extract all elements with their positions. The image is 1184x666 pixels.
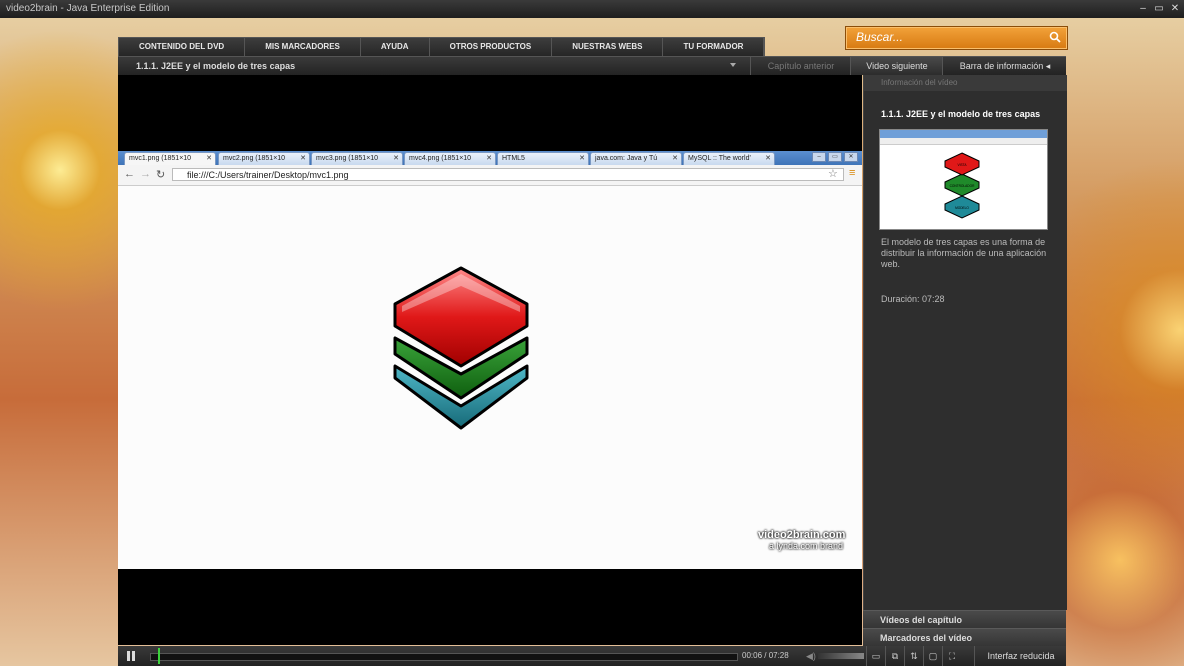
minimize-button[interactable]: – xyxy=(1138,0,1148,18)
video-thumbnail[interactable]: VISTA CONTROLADOR MODELO xyxy=(879,129,1048,230)
video-content-browser: mvc1.png (1851×10 ✕ mvc2.png (1851×10 ✕ mv… xyxy=(118,151,862,569)
thumbnail-tabstrip xyxy=(880,130,1047,138)
tab-label: HTML5 xyxy=(502,155,525,162)
url-text: file:///C:/Users/trainer/Desktop/mvc1.pn… xyxy=(187,170,349,180)
watermark-subbrand: a lynda.com brand xyxy=(769,541,844,551)
browser-minimize-icon: – xyxy=(812,152,826,162)
close-icon: ✕ xyxy=(765,155,771,162)
thumbnail-diagram: VISTA CONTROLADOR MODELO xyxy=(944,152,980,219)
tab-label: mvc3.png (1851×10 xyxy=(316,155,379,162)
volume-slider[interactable] xyxy=(818,653,864,659)
nav-mis-marcadores[interactable]: MIS MARCADORES xyxy=(245,38,361,56)
browser-tab: mvc3.png (1851×10 ✕ xyxy=(311,152,403,165)
top-navigation: CONTENIDO DEL DVD MIS MARCADORES AYUDA O… xyxy=(118,37,766,56)
nav-nuestras-webs[interactable]: NUESTRAS WEBS xyxy=(552,38,664,56)
browser-tab: mvc4.png (1851×10 ✕ xyxy=(404,152,496,165)
browser-tabstrip: mvc1.png (1851×10 ✕ mvc2.png (1851×10 ✕ mv… xyxy=(118,151,862,165)
video-player[interactable]: mvc1.png (1851×10 ✕ mvc2.png (1851×10 ✕ mv… xyxy=(118,75,862,645)
close-icon: ✕ xyxy=(672,155,678,162)
chapter-videos-section[interactable]: Vídeos del capítulo xyxy=(863,610,1066,628)
close-icon: ✕ xyxy=(486,155,492,162)
chevron-down-icon[interactable] xyxy=(730,63,736,67)
thumb-label-controller: CONTROLADOR xyxy=(950,184,975,188)
reload-icon: ↻ xyxy=(156,169,166,181)
info-panel: Información del vídeo 1.1.1. J2EE y el m… xyxy=(863,75,1067,610)
forward-arrow-icon: → xyxy=(140,168,151,180)
info-bar-button[interactable]: Barra de información ◂ xyxy=(942,57,1067,75)
browser-tab: mvc2.png (1851×10 ✕ xyxy=(218,152,310,165)
thumb-label-view: VISTA xyxy=(958,163,968,167)
watermark-brand: video2brain.com xyxy=(758,529,846,541)
previous-chapter-button[interactable]: Capítulo anterior xyxy=(750,57,851,75)
volume-icon[interactable]: ◀) xyxy=(806,651,816,662)
folder-icon[interactable]: ▢ xyxy=(923,646,942,666)
close-icon: ✕ xyxy=(300,155,306,162)
mvc-layers-diagram xyxy=(393,266,529,430)
browser-tab: mvc1.png (1851×10 ✕ xyxy=(124,152,216,165)
reduced-interface-button[interactable]: Interfaz reducida xyxy=(974,646,1067,666)
close-button[interactable]: ✕ xyxy=(1170,0,1180,18)
back-arrow-icon: ← xyxy=(124,168,135,180)
bookmark-star-icon: ☆ xyxy=(828,168,838,180)
tab-label: mvc2.png (1851×10 xyxy=(223,155,286,162)
subtitles-icon[interactable]: ▭ xyxy=(866,646,885,666)
chapter-title: 1.1.1. J2EE y el modelo de tres capas xyxy=(136,61,296,71)
browser-address-bar: ← → ↻ file:///C:/Users/trainer/Desktop/m… xyxy=(118,165,862,186)
browser-menu-icon: ≡ xyxy=(849,167,856,179)
playhead[interactable] xyxy=(158,648,160,664)
pause-button[interactable] xyxy=(126,651,136,661)
window-title: video2brain - Java Enterprise Edition xyxy=(6,3,170,14)
time-readout: 00:06 / 07:28 xyxy=(742,651,789,660)
thumbnail-address-bar xyxy=(880,138,1047,145)
nav-ayuda[interactable]: AYUDA xyxy=(360,38,430,56)
search-icon[interactable] xyxy=(1049,31,1061,43)
sort-icon[interactable]: ⇅ xyxy=(904,646,923,666)
video-bookmarks-section[interactable]: Marcadores del vídeo xyxy=(863,628,1066,646)
tab-label: mvc4.png (1851×10 xyxy=(409,155,472,162)
tab-label: java.com: Java y Tú xyxy=(595,155,658,162)
tab-label: MySQL :: The world' xyxy=(688,155,751,162)
nav-contenido-dvd[interactable]: CONTENIDO DEL DVD xyxy=(119,38,246,56)
search-input[interactable]: Buscar... xyxy=(845,26,1068,50)
browser-tab: HTML5 ✕ xyxy=(497,152,589,165)
next-video-button[interactable]: Video siguiente xyxy=(850,57,943,75)
chevron-left-icon: ◂ xyxy=(1045,61,1051,71)
close-icon: ✕ xyxy=(579,155,585,162)
browser-tab: MySQL :: The world' ✕ xyxy=(683,152,775,165)
close-icon: ✕ xyxy=(206,155,212,162)
url-field: file:///C:/Users/trainer/Desktop/mvc1.pn… xyxy=(172,168,844,181)
maximize-button[interactable]: ▭ xyxy=(1154,0,1164,18)
screen-size-icon[interactable]: ⛶ xyxy=(942,646,961,666)
video-duration: Duración: 07:28 xyxy=(881,294,945,304)
chapter-bar: 1.1.1. J2EE y el modelo de tres capas Ca… xyxy=(118,56,1066,75)
browser-restore-icon: ▭ xyxy=(828,152,842,162)
window-titlebar: video2brain - Java Enterprise Edition – … xyxy=(0,0,1184,18)
video-description: El modelo de tres capas es una forma de … xyxy=(881,237,1047,269)
browser-tab: java.com: Java y Tú ✕ xyxy=(590,152,682,165)
nav-otros-productos[interactable]: OTROS PRODUCTOS xyxy=(429,38,553,56)
progress-track[interactable] xyxy=(150,653,738,661)
thumb-label-model: MODELO xyxy=(955,206,969,210)
video-title: 1.1.1. J2EE y el modelo de tres capas xyxy=(881,109,1041,119)
popout-icon[interactable]: ⧉ xyxy=(885,646,904,666)
browser-close-icon: ✕ xyxy=(844,152,858,162)
info-panel-header: Información del vídeo xyxy=(864,75,1067,91)
info-bar-label: Barra de información xyxy=(959,61,1044,71)
search-placeholder: Buscar... xyxy=(856,30,903,44)
tab-label: mvc1.png (1851×10 xyxy=(129,155,192,162)
nav-tu-formador[interactable]: TU FORMADOR xyxy=(663,38,765,56)
close-icon: ✕ xyxy=(393,155,399,162)
player-controls: 00:06 / 07:28 ◀) ▭ ⧉ ⇅ ▢ ⛶ Interfaz redu… xyxy=(118,646,1066,666)
